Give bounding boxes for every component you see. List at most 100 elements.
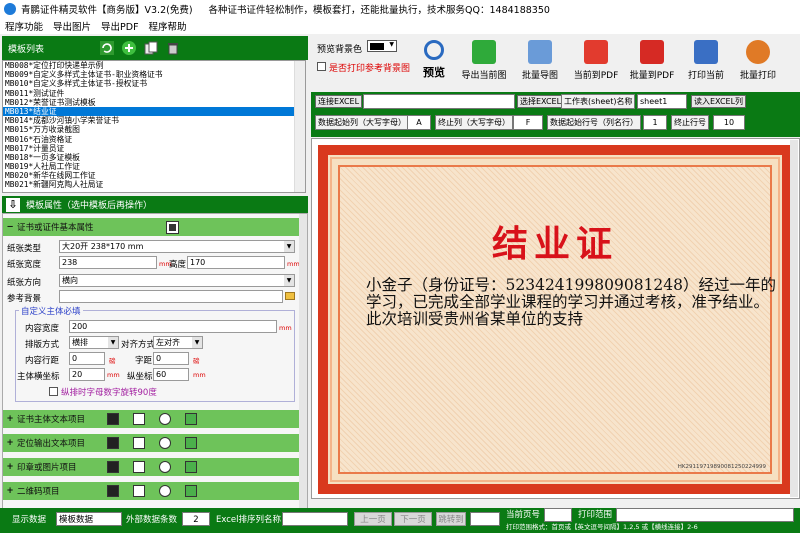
batch-pdf-button[interactable]: 批量到PDF xyxy=(625,38,679,88)
props-scrollbar[interactable] xyxy=(299,214,307,509)
expand-icon[interactable]: + xyxy=(3,438,17,448)
end-row-input[interactable]: 10 xyxy=(713,115,745,130)
refresh-icon[interactable] xyxy=(185,485,197,497)
align-select[interactable]: 左对齐 ▼ xyxy=(153,336,203,349)
paper-spec-select[interactable]: 大20开 238*170 mm ▼ xyxy=(59,240,295,253)
template-list-item[interactable]: MB016*石油资格证 xyxy=(3,135,305,144)
template-list-item[interactable]: MB021*新疆阿克陶人社局证 xyxy=(3,180,305,189)
refresh-icon[interactable] xyxy=(185,413,197,425)
ext-count-input[interactable]: 2 xyxy=(182,512,210,526)
save-icon[interactable] xyxy=(166,220,179,234)
refresh-icon[interactable] xyxy=(100,41,114,55)
expand-icon[interactable]: + xyxy=(3,462,17,472)
read-excel-button[interactable]: 读入EXCEL列 xyxy=(691,95,747,108)
start-col-label: 数据起始列（大写字母） xyxy=(315,115,409,130)
layout-select[interactable]: 横排 ▼ xyxy=(69,336,119,349)
copy-icon[interactable] xyxy=(144,41,158,55)
refresh-icon[interactable] xyxy=(185,461,197,473)
collapse-icon[interactable]: − xyxy=(3,222,17,232)
template-list-item[interactable]: MB010*自定义多样式主体证书-授权证书 xyxy=(3,79,305,88)
remove-icon[interactable] xyxy=(159,413,171,425)
paper-width-input[interactable]: 238 xyxy=(59,256,157,269)
add-icon[interactable] xyxy=(107,461,119,473)
rotate-checkbox[interactable] xyxy=(49,387,58,396)
content-width-input[interactable]: 200 xyxy=(69,320,277,333)
batch-print-button[interactable]: 批量打印 xyxy=(731,38,785,88)
ext-count-label: 外部数据条数 xyxy=(126,515,178,525)
edit-icon[interactable] xyxy=(133,485,145,497)
current-pdf-button[interactable]: 当前到PDF xyxy=(569,38,623,88)
print-current-button[interactable]: 打印当前 xyxy=(679,38,733,88)
bg-input[interactable] xyxy=(59,290,283,303)
add-icon[interactable] xyxy=(107,485,119,497)
next-page-button[interactable]: 下一页 xyxy=(394,512,432,526)
end-col-input[interactable]: F xyxy=(513,115,543,130)
edit-icon[interactable] xyxy=(133,413,145,425)
preview-button[interactable]: 预览 xyxy=(407,38,461,88)
export-current-button[interactable]: 导出当前图 xyxy=(457,38,511,88)
folder-icon[interactable] xyxy=(285,292,295,300)
template-list-item[interactable]: MB013*结业证 xyxy=(3,106,305,117)
expand-icon[interactable]: + xyxy=(3,486,17,496)
connect-excel-label: 连接EXCEL xyxy=(315,95,363,108)
add-icon[interactable] xyxy=(107,413,119,425)
print-bg-checkbox[interactable] xyxy=(317,62,326,71)
select-excel-button[interactable]: 选择EXCEL xyxy=(517,95,565,108)
line-spacing-input[interactable]: 0 xyxy=(69,352,105,365)
show-data-select[interactable]: 模板数据 xyxy=(56,512,122,526)
start-row-input[interactable]: 1 xyxy=(643,115,667,130)
template-list-item[interactable]: MB014*成都沙河镇小学荣誉证书 xyxy=(3,116,305,125)
bg-color-picker[interactable]: ▼ xyxy=(367,40,397,52)
section-basic-props[interactable]: − 证书或证件基本属性 xyxy=(3,218,299,236)
add-icon[interactable] xyxy=(122,41,136,55)
delete-icon[interactable] xyxy=(166,41,180,55)
template-list-item[interactable]: MB017*计量员证 xyxy=(3,144,305,153)
template-list-item[interactable]: MB015*万方收录截图 xyxy=(3,125,305,134)
prev-page-button[interactable]: 上一页 xyxy=(354,512,392,526)
add-icon[interactable] xyxy=(107,437,119,449)
main-x-input[interactable]: 20 xyxy=(69,368,105,381)
jump-button[interactable]: 跳转到 xyxy=(436,512,466,526)
remove-icon[interactable] xyxy=(159,461,171,473)
edit-icon[interactable] xyxy=(133,461,145,473)
chevron-down-icon[interactable]: ▼ xyxy=(284,275,294,286)
char-spacing-input[interactable]: 0 xyxy=(153,352,189,365)
section-qrcode[interactable]: + 二维码项目 xyxy=(3,482,299,500)
paper-dir-select[interactable]: 横向 ▼ xyxy=(59,274,295,287)
template-list-item[interactable]: MB009*自定义多样式主体证书-职业资格证书 xyxy=(3,70,305,79)
jump-page-input[interactable] xyxy=(470,512,500,526)
sort-col-select[interactable] xyxy=(282,512,348,526)
template-list-item[interactable]: MB008*定位打印快递单示例 xyxy=(3,61,305,70)
remove-icon[interactable] xyxy=(159,485,171,497)
chevron-down-icon[interactable]: ▼ xyxy=(108,337,118,348)
excel-path-input[interactable] xyxy=(363,94,515,109)
preview-scrollbar[interactable] xyxy=(790,140,798,497)
menu-item-program[interactable]: 程序功能 xyxy=(0,19,48,33)
template-list-item[interactable]: MB011*测试证件 xyxy=(3,89,305,98)
menu-item-help[interactable]: 程序帮助 xyxy=(144,19,192,33)
expand-icon[interactable]: + xyxy=(3,414,17,424)
start-col-input[interactable]: A xyxy=(407,115,431,130)
images-icon xyxy=(528,40,552,64)
print-range-input[interactable] xyxy=(616,508,794,522)
template-list-scrollbar[interactable] xyxy=(294,61,305,192)
section-main-text[interactable]: + 证书主体文本项目 xyxy=(3,410,299,428)
main-y-input[interactable]: 60 xyxy=(153,368,189,381)
current-page-input[interactable] xyxy=(544,508,572,522)
template-list-item[interactable]: MB018*一页多证模板 xyxy=(3,153,305,162)
chevron-down-icon[interactable]: ▼ xyxy=(192,337,202,348)
menu-item-export-image[interactable]: 导出图片 xyxy=(48,19,96,33)
template-list[interactable]: MB008*定位打印快递单示例 MB009*自定义多样式主体证书-职业资格证书 MB… xyxy=(2,60,306,193)
refresh-icon[interactable] xyxy=(185,437,197,449)
edit-icon[interactable] xyxy=(133,437,145,449)
menu-item-export-pdf[interactable]: 导出PDF xyxy=(96,19,144,33)
remove-icon[interactable] xyxy=(159,437,171,449)
chevron-down-icon[interactable]: ▼ xyxy=(284,241,294,252)
section-stamp-image[interactable]: + 印章或图片项目 xyxy=(3,458,299,476)
section-position-text[interactable]: + 定位输出文本项目 xyxy=(3,434,299,452)
sheet-name-input[interactable]: sheet1 xyxy=(637,94,687,109)
batch-export-button[interactable]: 批量导图 xyxy=(513,38,567,88)
paper-height-input[interactable]: 170 xyxy=(187,256,285,269)
template-list-item[interactable]: MB012*荣誉证书测试模板 xyxy=(3,98,305,107)
template-list-item[interactable]: MB019*人社局工作证 xyxy=(3,162,305,171)
